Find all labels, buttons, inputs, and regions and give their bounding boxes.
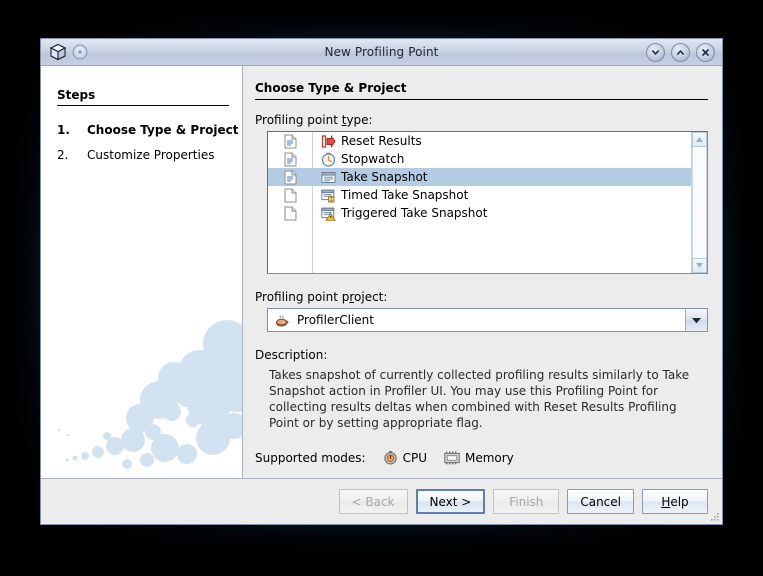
list-item[interactable]: Stopwatch: [268, 150, 691, 168]
step-label: Customize Properties: [87, 148, 215, 162]
supported-modes-row: Supported modes: CPU Memory: [255, 450, 708, 465]
list-item-type: Triggered Take Snapshot: [312, 206, 487, 221]
maximize-button[interactable]: [671, 42, 690, 62]
java-coffee-icon: [276, 314, 289, 327]
cube-icon: [49, 43, 67, 61]
list-item-selected[interactable]: Take Snapshot: [268, 168, 691, 186]
memory-icon: [444, 451, 460, 464]
supported-modes-label: Supported modes:: [255, 450, 366, 465]
scroll-down-button[interactable]: [692, 258, 707, 273]
document-lines-icon: [268, 134, 312, 149]
cancel-button[interactable]: Cancel: [567, 489, 634, 514]
list-item-label: Timed Take Snapshot: [341, 188, 469, 202]
page-title: Choose Type & Project: [255, 81, 708, 100]
label-part: ype:: [346, 113, 373, 127]
chevron-down-icon: [692, 317, 701, 323]
list-item[interactable]: Triggered Take Snapshot: [268, 204, 691, 222]
steps-heading: Steps: [57, 88, 229, 106]
chevron-up-icon: [677, 49, 684, 55]
dialog-button-bar: < Back Next > Finish Cancel Help: [41, 478, 722, 524]
project-combobox-value[interactable]: ProfilerClient: [268, 309, 685, 331]
next-button[interactable]: Next >: [415, 489, 486, 514]
description-text: Takes snapshot of currently collected pr…: [269, 368, 690, 430]
new-profiling-point-dialog: New Profiling Point Steps 1. Choose Type…: [40, 38, 723, 525]
timed-take-snapshot-icon: [321, 189, 335, 202]
project-combobox[interactable]: ProfilerClient: [267, 308, 708, 332]
triangle-down-icon: [696, 263, 703, 268]
list-vertical-scrollbar[interactable]: [691, 132, 707, 273]
chevron-down-icon: [652, 49, 659, 55]
window-controls: [646, 42, 717, 62]
project-combobox-arrow[interactable]: [685, 309, 707, 331]
steps-content: Steps 1. Choose Type & Project 2. Custom…: [41, 66, 242, 162]
list-item-type: Timed Take Snapshot: [312, 188, 468, 203]
document-blank-icon: [268, 206, 312, 221]
list-item-type: Take Snapshot: [312, 170, 428, 185]
project-name: ProfilerClient: [297, 313, 374, 327]
cpu-stopwatch-icon: [383, 451, 397, 465]
list-item[interactable]: Reset Results: [268, 132, 691, 150]
document-blank-icon: [268, 188, 312, 203]
reset-results-icon: [321, 134, 336, 148]
back-button[interactable]: < Back: [338, 489, 408, 514]
triggered-take-snapshot-icon: [321, 207, 336, 221]
description-label: Description:: [255, 348, 328, 362]
help-mnemonic: H: [661, 494, 671, 509]
profiling-point-type-list[interactable]: Reset Results Stopwatch Take Snapshot Ti…: [267, 131, 708, 274]
list-item-type: Reset Results: [312, 134, 422, 149]
orb-icon[interactable]: [72, 44, 88, 60]
resize-grip-icon[interactable]: [709, 511, 720, 522]
help-button[interactable]: Help: [642, 489, 708, 514]
steps-panel: Steps 1. Choose Type & Project 2. Custom…: [41, 66, 243, 478]
profiling-point-type-label: Profiling point type:: [255, 113, 708, 127]
list-rows[interactable]: Reset Results Stopwatch Take Snapshot Ti…: [268, 132, 691, 273]
title-bar-icons: [46, 43, 88, 61]
take-snapshot-icon: [321, 171, 336, 183]
document-lines-icon: [268, 170, 312, 185]
finish-button[interactable]: Finish: [493, 489, 560, 514]
step-number: 1.: [57, 123, 70, 137]
list-item-label: Reset Results: [341, 134, 422, 148]
scroll-up-button[interactable]: [692, 132, 707, 147]
document-lines-icon: [268, 152, 312, 167]
mode-memory: Memory: [444, 451, 514, 465]
minimize-button[interactable]: [646, 42, 665, 62]
scrollbar-track[interactable]: [692, 147, 707, 258]
close-button[interactable]: [696, 42, 715, 62]
step-number: 2.: [57, 148, 69, 162]
content-panel: Choose Type & Project Profiling point ty…: [243, 66, 722, 478]
help-label-rest: elp: [670, 494, 689, 509]
step-label: Choose Type & Project: [87, 123, 239, 137]
list-item-label: Stopwatch: [341, 152, 405, 166]
label-part: Profiling point p: [255, 290, 350, 304]
list-item-label: Triggered Take Snapshot: [341, 206, 488, 220]
list-item[interactable]: Timed Take Snapshot: [268, 186, 691, 204]
stopwatch-icon: [321, 152, 336, 167]
close-x-icon: [702, 48, 709, 56]
mode-label: Memory: [464, 450, 514, 465]
list-item-label: Take Snapshot: [341, 170, 428, 184]
label-part: Profiling point: [255, 113, 342, 127]
step-item-1[interactable]: 1. Choose Type & Project: [57, 123, 242, 137]
label-part: oject:: [354, 290, 388, 304]
dialog-body: Steps 1. Choose Type & Project 2. Custom…: [41, 66, 722, 478]
window-title: New Profiling Point: [324, 45, 439, 59]
title-bar[interactable]: New Profiling Point: [41, 39, 722, 66]
mode-label: CPU: [402, 450, 427, 465]
profiling-point-project-label: Profiling point project:: [255, 290, 708, 304]
step-item-2[interactable]: 2. Customize Properties: [57, 148, 242, 162]
desktop-background: New Profiling Point Steps 1. Choose Type…: [0, 0, 763, 576]
list-item-type: Stopwatch: [312, 152, 404, 167]
triangle-up-icon: [696, 137, 703, 142]
mode-cpu: CPU: [383, 450, 427, 465]
decorative-bubbles-graphic: [57, 320, 242, 469]
